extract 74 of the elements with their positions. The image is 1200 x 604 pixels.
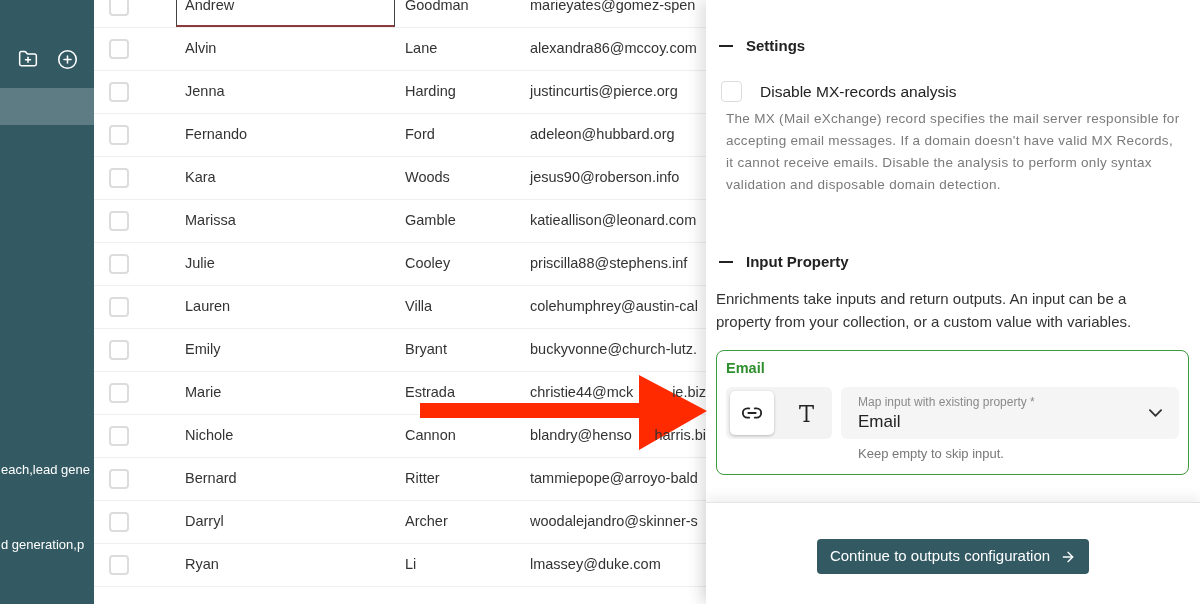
- table-cell[interactable]: Jenna: [176, 71, 395, 113]
- table-cell-text: Cannon: [404, 426, 457, 446]
- table-cell-text: katieallison@leonard.com: [530, 211, 697, 231]
- row-checkbox[interactable]: [109, 0, 129, 16]
- option-checkbox[interactable]: [721, 81, 742, 103]
- table-cell-text: Villa: [404, 297, 434, 317]
- table-cell-text: Harding: [404, 82, 457, 102]
- row-checkbox[interactable]: [109, 211, 129, 231]
- table-cell[interactable]: Marissa: [176, 200, 395, 242]
- row-checkbox[interactable]: [109, 555, 129, 575]
- table-cell[interactable]: Kara: [176, 157, 395, 199]
- table-cell-text: marieyates@gomez-spen: [530, 0, 696, 16]
- row-checkbox[interactable]: [109, 39, 129, 59]
- table-cell-text: colehumphrey@austin-cal: [530, 297, 698, 317]
- option-label: Disable MX-records analysis: [760, 82, 957, 102]
- section-intro: Enrichments take inputs and return outputs. An input can be a property from your collection, or a custom value with variables.: [716, 289, 1133, 333]
- table-cell-text: christie44@mck: [530, 383, 634, 403]
- letter-t-icon: [798, 404, 814, 422]
- table-cell-text: adeleon@hubbard.org: [530, 125, 675, 145]
- table-cell-text: buckyvonne@church-lutz.: [530, 340, 698, 360]
- table-cell[interactable]: Darryl: [176, 501, 395, 543]
- table-cell-text: Estrada: [404, 383, 456, 403]
- row-checkbox[interactable]: [109, 168, 129, 188]
- chevron-down-icon: [1149, 409, 1162, 418]
- continue-button[interactable]: Continue to outputs configuration: [816, 539, 1090, 574]
- table-cell-text: priscilla88@stephens.inf: [530, 254, 688, 274]
- table-cell-text: alexandra86@mccoy.com: [530, 39, 697, 59]
- table-cell[interactable]: Fernando: [176, 114, 395, 156]
- table-cell[interactable]: Julie: [176, 243, 395, 285]
- table-cell[interactable]: Ryan: [176, 544, 395, 586]
- sidebar-item[interactable]: [0, 88, 94, 125]
- table-cell-text: Archer: [404, 512, 449, 532]
- table-cell-text: blandry@henso: [530, 426, 632, 446]
- mode-button[interactable]: [730, 391, 774, 436]
- row-checkbox[interactable]: [109, 125, 129, 145]
- table-cell-text: tammiepope@arroyo-bald: [530, 469, 698, 489]
- table-cell-text: lmassey@duke.com: [530, 555, 661, 575]
- row-checkbox[interactable]: [109, 254, 129, 274]
- row-checkbox[interactable]: [109, 82, 129, 102]
- table-cell-text: woodalejandro@skinner-s: [530, 512, 698, 532]
- table-cell[interactable]: Alvin: [176, 28, 395, 70]
- input-hint: Keep empty to skip input.: [858, 446, 1005, 463]
- table-cell-text: Ford: [404, 125, 436, 145]
- property-select[interactable]: Map input with existing property * Email: [841, 387, 1179, 440]
- row-checkbox[interactable]: [109, 469, 129, 489]
- table-cell[interactable]: Nichole: [176, 415, 395, 457]
- section-header[interactable]: Settings: [719, 36, 1190, 56]
- add-icon[interactable]: [57, 48, 78, 70]
- table-cell-text: Woods: [404, 168, 451, 188]
- table-cell-text: Li: [404, 555, 418, 575]
- input-name: Email: [726, 360, 766, 377]
- table-cell-text: Cooley: [404, 254, 452, 274]
- sidebar-text: each,lead gene: [0, 461, 91, 479]
- option-description: The MX (Mail eXchange) record specifies the mail server responsible for accepting email messages. If a domain doesn't have valid MX Records, it cannot receive emails. Disable the analysis to perform only syntax validation and disposable domain detection.: [725, 110, 1181, 195]
- row-checkbox[interactable]: [109, 383, 129, 403]
- row-checkbox[interactable]: [109, 297, 129, 317]
- table-cell[interactable]: Marie: [176, 372, 395, 414]
- table-cell[interactable]: Bernard: [176, 458, 395, 500]
- table-cell[interactable]: Lauren: [176, 286, 395, 328]
- table-cell-text: ie.biz: [672, 383, 706, 403]
- row-checkbox[interactable]: [109, 426, 129, 446]
- new-folder-icon[interactable]: [18, 49, 38, 69]
- section-header[interactable]: Input Property: [719, 252, 849, 273]
- table-cell-text: Bryant: [404, 340, 448, 360]
- row-checkbox[interactable]: [109, 340, 129, 360]
- row-checkbox[interactable]: [109, 512, 129, 532]
- table-cell-text: jesus90@roberson.info: [530, 168, 680, 188]
- table-cell-text: Ritter: [404, 469, 441, 489]
- table-cell-text: Goodman: [404, 0, 470, 16]
- table-cell-text: Gamble: [404, 211, 457, 231]
- table-cell[interactable]: Emily: [176, 329, 395, 371]
- table-cell-text: justincurtis@pierce.org: [530, 82, 678, 102]
- table-cell-text: Lane: [404, 39, 439, 59]
- sidebar-text: d generation,p: [0, 536, 86, 554]
